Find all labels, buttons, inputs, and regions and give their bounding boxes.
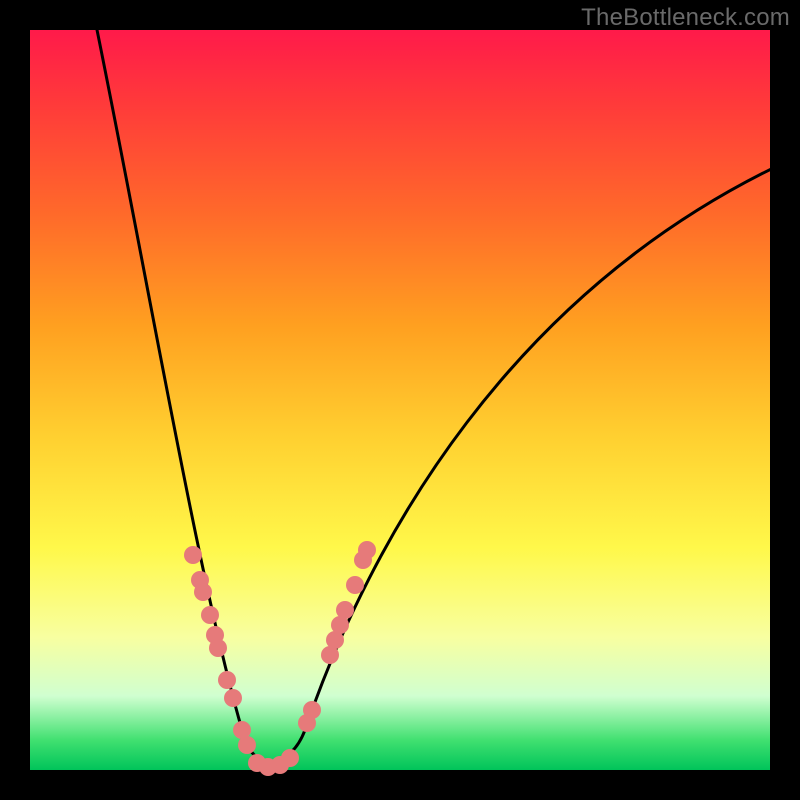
highlight-dot xyxy=(281,749,299,767)
highlight-dot xyxy=(224,689,242,707)
highlight-dot xyxy=(358,541,376,559)
highlight-dot xyxy=(238,736,256,754)
chart-svg xyxy=(30,30,770,770)
highlight-dot xyxy=(303,701,321,719)
highlight-dot xyxy=(218,671,236,689)
plot-area xyxy=(30,30,770,770)
highlight-dot xyxy=(346,576,364,594)
highlight-dot xyxy=(184,546,202,564)
highlight-dot xyxy=(201,606,219,624)
bottleneck-curve xyxy=(95,20,790,761)
highlight-dot xyxy=(194,583,212,601)
highlight-dot xyxy=(209,639,227,657)
highlight-dots xyxy=(184,541,376,776)
highlight-dot xyxy=(336,601,354,619)
chart-frame: TheBottleneck.com xyxy=(0,0,800,800)
watermark-label: TheBottleneck.com xyxy=(581,4,790,32)
